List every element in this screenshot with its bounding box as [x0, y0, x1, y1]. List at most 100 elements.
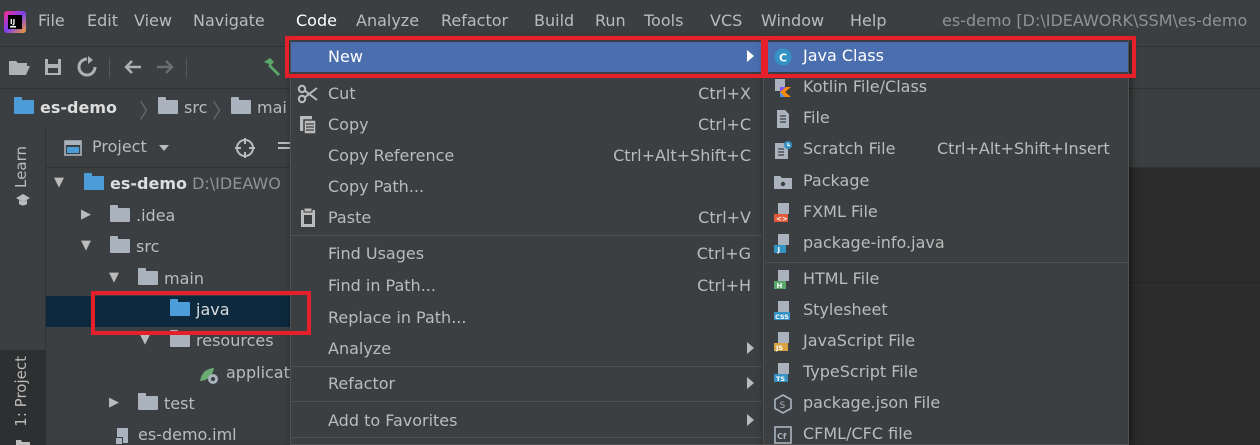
submenu-item-typescript-file[interactable]: TS TypeScript File [764, 358, 1128, 388]
project-tab[interactable]: 1: Project [0, 350, 46, 445]
module-folder-icon [84, 173, 104, 190]
menu-item-refactor[interactable]: Refactor [291, 369, 763, 399]
expand-arrow-icon[interactable]: ▼ [81, 238, 91, 253]
menu-item-new[interactable]: New [291, 42, 763, 72]
menu-separator [292, 235, 762, 236]
svg-text:H: H [777, 282, 783, 290]
menu-tools[interactable]: Tools [644, 11, 683, 30]
scratch-file-icon [775, 141, 792, 159]
js-file-icon: JS [774, 332, 789, 352]
folder-icon [158, 97, 178, 114]
menu-item-add-to-favorites[interactable]: Add to Favorites [291, 406, 763, 436]
submenu-item-java-class[interactable]: C Java Class [764, 42, 1128, 72]
menu-item-find-usages[interactable]: Find Usages Ctrl+G [291, 239, 763, 269]
menu-build[interactable]: Build [534, 11, 574, 30]
svg-text:<>: <> [776, 215, 788, 223]
menu-item-find-in-path[interactable]: Find in Path... Ctrl+H [291, 271, 763, 301]
project-view-label[interactable]: Project [92, 137, 147, 156]
breadcrumb-separator: 〉 [212, 99, 232, 123]
sync-icon[interactable] [74, 54, 100, 80]
editor-area [1128, 128, 1260, 445]
ts-file-icon: TS [774, 363, 789, 383]
resources-folder-icon [170, 330, 190, 347]
locate-target-icon[interactable] [234, 137, 256, 159]
submenu-item-javascript-file[interactable]: JS JavaScript File [764, 327, 1128, 357]
copy-icon [300, 116, 317, 135]
submenu-item-package-info[interactable]: J package-info.java [764, 229, 1128, 259]
menu-analyze[interactable]: Analyze [356, 11, 419, 30]
menu-run[interactable]: Run [595, 11, 626, 30]
open-folder-icon[interactable] [6, 54, 32, 80]
tree-row-application[interactable]: applicat [46, 359, 292, 390]
submenu-item-cfml[interactable]: Cf CFML/CFC file [764, 420, 1128, 445]
menu-view[interactable]: View [134, 11, 172, 30]
menu-help[interactable]: Help [850, 11, 886, 30]
left-tool-strip: Learn 1: Project [0, 128, 46, 445]
fxml-file-icon: <> [774, 203, 789, 223]
submenu-item-stylesheet[interactable]: CSS Stylesheet [764, 296, 1128, 326]
tree-row-resources[interactable]: ▼ resources [46, 327, 292, 358]
cfml-icon: Cf [774, 426, 792, 444]
package-info-icon: J [774, 234, 789, 254]
svg-text:IJ: IJ [10, 18, 15, 26]
menu-item-copy-path[interactable]: Copy Path... [291, 172, 763, 202]
svg-text:J: J [777, 246, 781, 254]
menu-item-replace-in-path[interactable]: Replace in Path... [291, 303, 763, 333]
submenu-item-package[interactable]: Package [764, 167, 1128, 197]
menu-item-paste[interactable]: Paste Ctrl+V [291, 203, 763, 233]
save-icon[interactable] [40, 54, 66, 80]
menu-item-copy[interactable]: Copy Ctrl+C [291, 110, 763, 140]
tree-row-test[interactable]: ▶ test [46, 390, 292, 421]
svg-text:Cf: Cf [777, 432, 787, 441]
breadcrumb-separator: 〉 [139, 99, 159, 123]
menu-refactor[interactable]: Refactor [441, 11, 508, 30]
expand-arrow-icon[interactable]: ▼ [140, 332, 150, 347]
dropdown-arrow-icon[interactable] [158, 143, 170, 153]
submenu-item-fxml-file[interactable]: <> FXML File [764, 198, 1128, 228]
menu-file[interactable]: File [38, 11, 65, 30]
breadcrumb-item-src[interactable]: src [158, 97, 207, 117]
submenu-item-kotlin[interactable]: Kotlin File/Class [764, 73, 1128, 103]
learn-tab[interactable]: Learn [12, 146, 30, 188]
tree-row-java[interactable]: java [46, 296, 292, 327]
tree-row-main[interactable]: ▼ main [46, 265, 292, 296]
folder-icon [110, 205, 130, 222]
submenu-item-scratch-file[interactable]: Scratch File Ctrl+Alt+Shift+Insert [764, 135, 1128, 165]
submenu-item-html-file[interactable]: H HTML File [764, 265, 1128, 295]
iml-file-icon [115, 428, 128, 445]
submenu-item-file[interactable]: File [764, 104, 1128, 134]
project-view-icon [64, 140, 82, 156]
editor-tab-bar [1128, 128, 1260, 168]
menu-item-analyze[interactable]: Analyze [291, 334, 763, 364]
toolbar-separator [109, 58, 110, 78]
learn-cap-icon [16, 194, 30, 206]
tree-row-src[interactable]: ▼ src [46, 233, 292, 264]
forward-arrow-icon[interactable] [152, 54, 178, 80]
file-icon [777, 110, 789, 128]
menu-item-cut[interactable]: Cut Ctrl+X [291, 79, 763, 109]
submenu-item-package-json[interactable]: S package.json File [764, 389, 1128, 419]
collapse-arrow-icon[interactable]: ▶ [109, 395, 119, 410]
expand-arrow-icon[interactable]: ▼ [54, 175, 64, 190]
build-hammer-icon[interactable] [258, 54, 284, 80]
tree-row-es-demo[interactable]: ▼ es-demo D:\IDEAWO [46, 170, 292, 201]
svg-text:JS: JS [775, 344, 783, 352]
breadcrumb-item-es-demo[interactable]: es-demo [14, 97, 117, 117]
menu-edit[interactable]: Edit [87, 11, 118, 30]
menu-vcs[interactable]: VCS [710, 11, 742, 30]
menu-window[interactable]: Window [761, 11, 824, 30]
toolbar-separator [186, 58, 187, 78]
menu-navigate[interactable]: Navigate [193, 11, 265, 30]
menu-item-copy-reference[interactable]: Copy Reference Ctrl+Alt+Shift+C [291, 141, 763, 171]
tree-row-idea[interactable]: ▶ .idea [46, 202, 292, 233]
collapse-arrow-icon[interactable]: ▶ [81, 207, 91, 222]
svg-text:CSS: CSS [775, 313, 789, 321]
tree-row-es-demo-iml[interactable]: es-demo.iml [46, 421, 292, 445]
back-arrow-icon[interactable] [120, 54, 146, 80]
breadcrumb-item-main[interactable]: mai [231, 97, 287, 117]
submenu-arrow-icon [747, 50, 754, 62]
spring-properties-icon [200, 368, 218, 384]
menu-code[interactable]: Code [296, 11, 337, 30]
expand-arrow-icon[interactable]: ▼ [109, 270, 119, 285]
module-folder-icon [14, 97, 34, 114]
